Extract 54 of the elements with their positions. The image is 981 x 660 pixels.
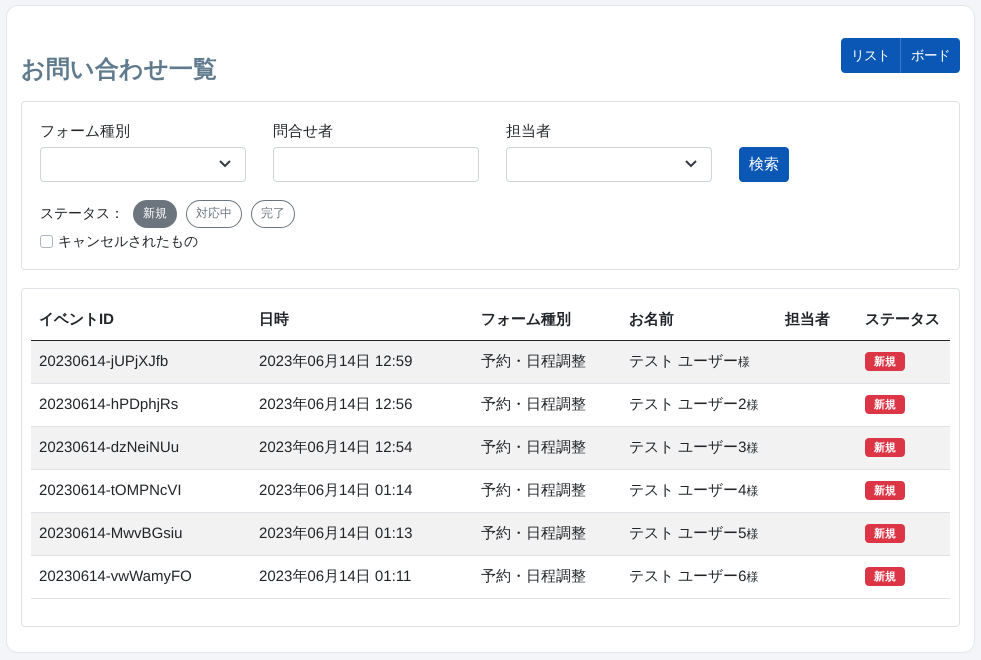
table-cell: 2023年06月14日 01:14 — [251, 469, 473, 512]
table-cell: 予約・日程調整 — [473, 555, 621, 598]
table-cell: 20230614-vwWamyFO — [31, 555, 251, 598]
field-label: フォーム種別 — [40, 122, 131, 141]
table-cell: 2023年06月14日 12:59 — [251, 340, 473, 384]
column-header: フォーム種別 — [473, 298, 621, 340]
field-label: 問合せ者 — [273, 122, 334, 141]
view-toggle-button[interactable]: ボード — [901, 38, 960, 73]
status-badge: 新規 — [865, 481, 905, 500]
table-cell: 予約・日程調整 — [473, 383, 621, 426]
column-header: ステータス — [857, 298, 950, 340]
status-badge: 新規 — [865, 395, 905, 414]
field-label: 担当者 — [506, 122, 552, 141]
table-cell: 20230614-dzNeiNUu — [31, 426, 251, 470]
status-label: ステータス： — [40, 204, 124, 223]
table-cell: 20230614-jUPjXJfb — [31, 340, 251, 384]
table-cell: 予約・日程調整 — [473, 426, 621, 470]
chevron-down-icon — [685, 160, 697, 168]
checkbox-label: キャンセルされたもの — [58, 232, 198, 251]
select-field[interactable] — [506, 146, 712, 182]
search-button[interactable]: 検索 — [739, 146, 789, 182]
table-cell: テスト ユーザー6様 — [629, 568, 759, 586]
table-cell: テスト ユーザー5様 — [629, 525, 759, 542]
table-cell: 予約・日程調整 — [473, 512, 621, 556]
table-cell: テスト ユーザー様 — [629, 353, 750, 370]
input-field[interactable] — [273, 146, 479, 182]
view-toggle-button[interactable]: リスト — [841, 38, 901, 73]
table-cell: 2023年06月14日 12:54 — [251, 426, 473, 470]
status-badge: 新規 — [865, 567, 905, 586]
checkbox[interactable] — [40, 235, 53, 248]
column-header: イベントID — [31, 298, 251, 340]
table-cell: 2023年06月14日 01:11 — [251, 555, 473, 598]
table-cell: テスト ユーザー2様 — [629, 396, 759, 414]
table-cell: テスト ユーザー4様 — [629, 482, 759, 500]
column-header: 日時 — [251, 298, 473, 340]
status-badge: 新規 — [865, 524, 905, 544]
status-filter-chip[interactable]: 対応中 — [186, 200, 242, 228]
table-cell: 20230614-hPDphjRs — [31, 383, 251, 426]
status-filter-chip[interactable]: 新規 — [133, 200, 177, 228]
table-cell: 2023年06月14日 12:56 — [251, 383, 473, 426]
chevron-down-icon — [219, 160, 231, 168]
table-cell: 2023年06月14日 01:13 — [251, 512, 473, 556]
status-badge: 新規 — [865, 352, 905, 372]
table-cell: 20230614-tOMPNcVI — [31, 469, 251, 512]
table-cell: 20230614-MwvBGsiu — [31, 512, 251, 556]
status-badge: 新規 — [865, 438, 905, 458]
column-header: 担当者 — [777, 298, 857, 340]
status-filter-chip[interactable]: 完了 — [251, 200, 295, 228]
table-cell: テスト ユーザー3様 — [629, 439, 759, 456]
table-cell: 予約・日程調整 — [473, 469, 621, 512]
table-cell: 予約・日程調整 — [473, 340, 621, 384]
select-field[interactable] — [40, 146, 246, 182]
page-title: お問い合わせ一覧 — [21, 56, 217, 85]
column-header: お名前 — [621, 298, 777, 340]
